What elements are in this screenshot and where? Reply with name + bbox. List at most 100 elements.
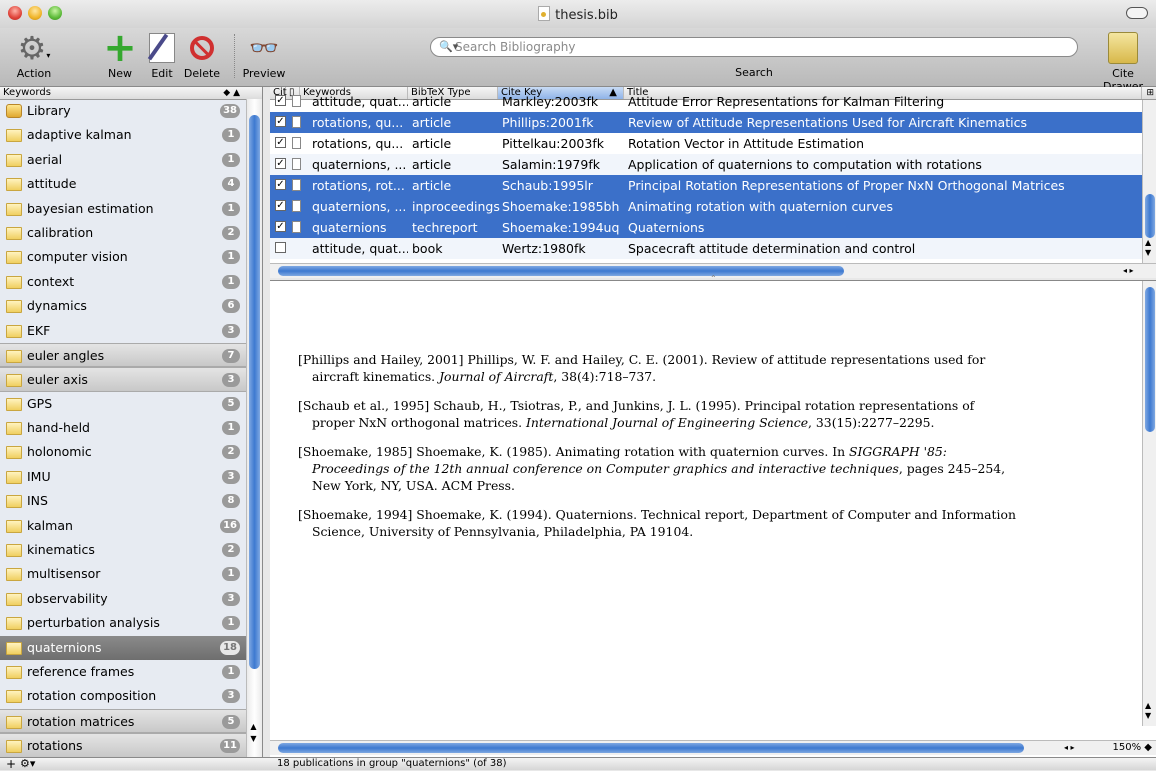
sidebar-item-adaptive-kalman[interactable]: adaptive kalman 1: [0, 123, 246, 147]
sidebar-item-label: kalman: [27, 517, 73, 533]
folder-icon: [6, 715, 22, 729]
cite-checkbox[interactable]: ✓: [275, 116, 286, 127]
sidebar-item-computer-vision[interactable]: computer vision 1: [0, 245, 246, 269]
toolbar: ⚙ ▾ Action + New Edit Delete 👓 Preview 🔍▾…: [0, 28, 1156, 93]
zoom-select[interactable]: 150% ◆: [1113, 741, 1152, 755]
linked-file-icon[interactable]: [292, 200, 301, 212]
bib-file-icon: [538, 6, 551, 21]
cite-checkbox[interactable]: ✓: [275, 221, 286, 232]
reference-entry: [Shoemake, 1985] Shoemake, K. (1985). An…: [298, 444, 1006, 493]
reference-entry: [Phillips and Hailey, 2001] Phillips, W.…: [298, 352, 986, 384]
preview-hscroll-arrows[interactable]: ◂ ▸: [1064, 741, 1075, 755]
preview-hscroll-thumb[interactable]: [278, 743, 1024, 753]
sidebar-item-euler-angles[interactable]: euler angles 7: [0, 342, 246, 368]
linked-file-icon[interactable]: [292, 137, 301, 149]
count-badge: 16: [220, 518, 240, 533]
sidebar-item-imu[interactable]: IMU 3: [0, 465, 246, 489]
new-button[interactable]: + New: [95, 28, 145, 80]
sidebar-item-kinematics[interactable]: kinematics 2: [0, 538, 246, 562]
search-input[interactable]: 🔍▾ Search Bibliography: [430, 37, 1078, 57]
sidebar-item-quaternions[interactable]: quaternions 18: [0, 635, 246, 660]
cell-keywords: quaternions, ...: [312, 157, 407, 172]
linked-file-icon[interactable]: [292, 179, 301, 191]
sidebar-item-label: euler axis: [27, 372, 88, 388]
cell-type: article: [412, 136, 452, 151]
linked-file-icon[interactable]: [292, 158, 301, 170]
table-row[interactable]: ✓ quaternions, ... article Salamin:1979fk Ap…: [270, 154, 1142, 175]
preview-hscrollbar[interactable]: ◂ ▸ 150% ◆: [270, 740, 1156, 755]
sidebar-item-aerial[interactable]: aerial 1: [0, 148, 246, 172]
table-row[interactable]: ✓ quaternions techreport Shoemake:1994uq Qua…: [270, 217, 1142, 238]
table-row[interactable]: ✓ attitude, quat... article Markley:2003fk A…: [270, 91, 1142, 112]
cite-checkbox[interactable]: ✓: [275, 137, 286, 148]
sidebar-item-perturbation-analysis[interactable]: perturbation analysis 1: [0, 611, 246, 635]
sidebar-scroll-arrows[interactable]: ▲ ▼: [246, 721, 261, 745]
linked-file-icon[interactable]: [292, 221, 301, 233]
sidebar-item-library[interactable]: Library 38: [0, 99, 246, 123]
table-row[interactable]: ✓ rotations, qu... article Phillips:2001fk R…: [270, 112, 1142, 133]
sidebar-item-ins[interactable]: INS 8: [0, 489, 246, 513]
preview-scroll-arrows[interactable]: ▲ ▼: [1145, 701, 1151, 721]
table-hscroll-arrows[interactable]: ◂ ▸: [1123, 264, 1134, 278]
sidebar-item-label: rotation composition: [27, 688, 157, 704]
table-scroll-thumb[interactable]: [1145, 194, 1155, 238]
add-group-button[interactable]: +: [6, 758, 16, 770]
sidebar-item-reference-frames[interactable]: reference frames 1: [0, 660, 246, 684]
sidebar-item-context[interactable]: context 1: [0, 270, 246, 294]
table-vscrollbar[interactable]: ▲ ▼: [1142, 100, 1156, 263]
group-action-button[interactable]: ⚙▾: [20, 758, 35, 770]
sidebar-item-dynamics[interactable]: dynamics 6: [0, 294, 246, 318]
sidebar-item-multisensor[interactable]: multisensor 1: [0, 562, 246, 586]
linked-file-icon[interactable]: [292, 95, 301, 107]
keyword-list: Library 38 adaptive kalman 1 aerial 1 attitude…: [0, 99, 246, 757]
table-scroll-arrows[interactable]: ▲ ▼: [1145, 238, 1151, 258]
folder-icon: [6, 470, 22, 484]
sidebar-scroll-thumb[interactable]: [249, 115, 260, 669]
sidebar-item-rotation-matrices[interactable]: rotation matrices 5: [0, 708, 246, 734]
table-row[interactable]: ✓ rotations, qu... article Pittelkau:2003fk…: [270, 133, 1142, 154]
cell-key: Phillips:2001fk: [502, 115, 594, 130]
cite-checkbox[interactable]: ✓: [275, 158, 286, 169]
count-badge: 1: [222, 567, 240, 582]
search-icon: 🔍▾: [439, 40, 459, 53]
sidebar-item-observability[interactable]: observability 3: [0, 587, 246, 611]
table-row[interactable]: ✓ rotations, rot... article Schaub:1995lr Pr…: [270, 175, 1142, 196]
preview-vscrollbar[interactable]: ▲ ▼: [1142, 281, 1156, 726]
delete-button[interactable]: Delete: [180, 30, 224, 80]
cite-checkbox[interactable]: [275, 242, 286, 253]
sidebar-item-attitude[interactable]: attitude 4: [0, 172, 246, 196]
edit-button[interactable]: Edit: [140, 30, 184, 80]
cell-key: Pittelkau:2003fk: [502, 136, 604, 151]
action-button[interactable]: ⚙ ▾ Action: [4, 30, 64, 80]
linked-file-icon[interactable]: [292, 116, 301, 128]
preview-scroll-thumb[interactable]: [1145, 287, 1155, 432]
toolbar-toggle-button[interactable]: [1126, 7, 1148, 19]
cite-checkbox[interactable]: ✓: [275, 95, 286, 106]
reference-entry: [Schaub et al., 1995] Schaub, H., Tsiotr…: [298, 398, 975, 430]
sidebar-item-euler-axis[interactable]: euler axis 3: [0, 367, 246, 392]
cite-drawer-button[interactable]: Cite Drawer: [1092, 30, 1154, 93]
sort-icon[interactable]: ◆ ▲: [223, 87, 240, 99]
cite-checkbox[interactable]: ✓: [275, 179, 286, 190]
table-row[interactable]: ✓ quaternions, ... inproceedings Shoemake:1…: [270, 196, 1142, 217]
table-row[interactable]: attitude, quat... book Wertz:1980fk Spacecr…: [270, 238, 1142, 259]
sidebar-item-calibration[interactable]: calibration 2: [0, 221, 246, 245]
cite-checkbox[interactable]: ✓: [275, 200, 286, 211]
table-hscroll-thumb[interactable]: [278, 266, 844, 276]
sidebar-item-hand-held[interactable]: hand-held 1: [0, 416, 246, 440]
splitter-handle-icon[interactable]: ⌃: [710, 274, 717, 283]
sidebar-item-bayesian-estimation[interactable]: bayesian estimation 1: [0, 197, 246, 221]
count-badge: 4: [222, 177, 240, 192]
column-options-icon[interactable]: ⊞: [1146, 87, 1154, 99]
folder-icon: [6, 495, 22, 509]
count-badge: 5: [222, 396, 240, 411]
sidebar-item-kalman[interactable]: kalman 16: [0, 514, 246, 538]
sidebar-item-ekf[interactable]: EKF 3: [0, 319, 246, 343]
sidebar-item-holonomic[interactable]: holonomic 2: [0, 440, 246, 464]
sidebar-item-gps[interactable]: GPS 5: [0, 392, 246, 416]
sidebar-item-rotations[interactable]: rotations 11: [0, 733, 246, 757]
count-badge: 1: [222, 421, 240, 436]
preview-button[interactable]: 👓 Preview: [240, 30, 288, 80]
sidebar-scrollbar[interactable]: [246, 99, 262, 757]
sidebar-item-rotation-composition[interactable]: rotation composition 3: [0, 684, 246, 708]
